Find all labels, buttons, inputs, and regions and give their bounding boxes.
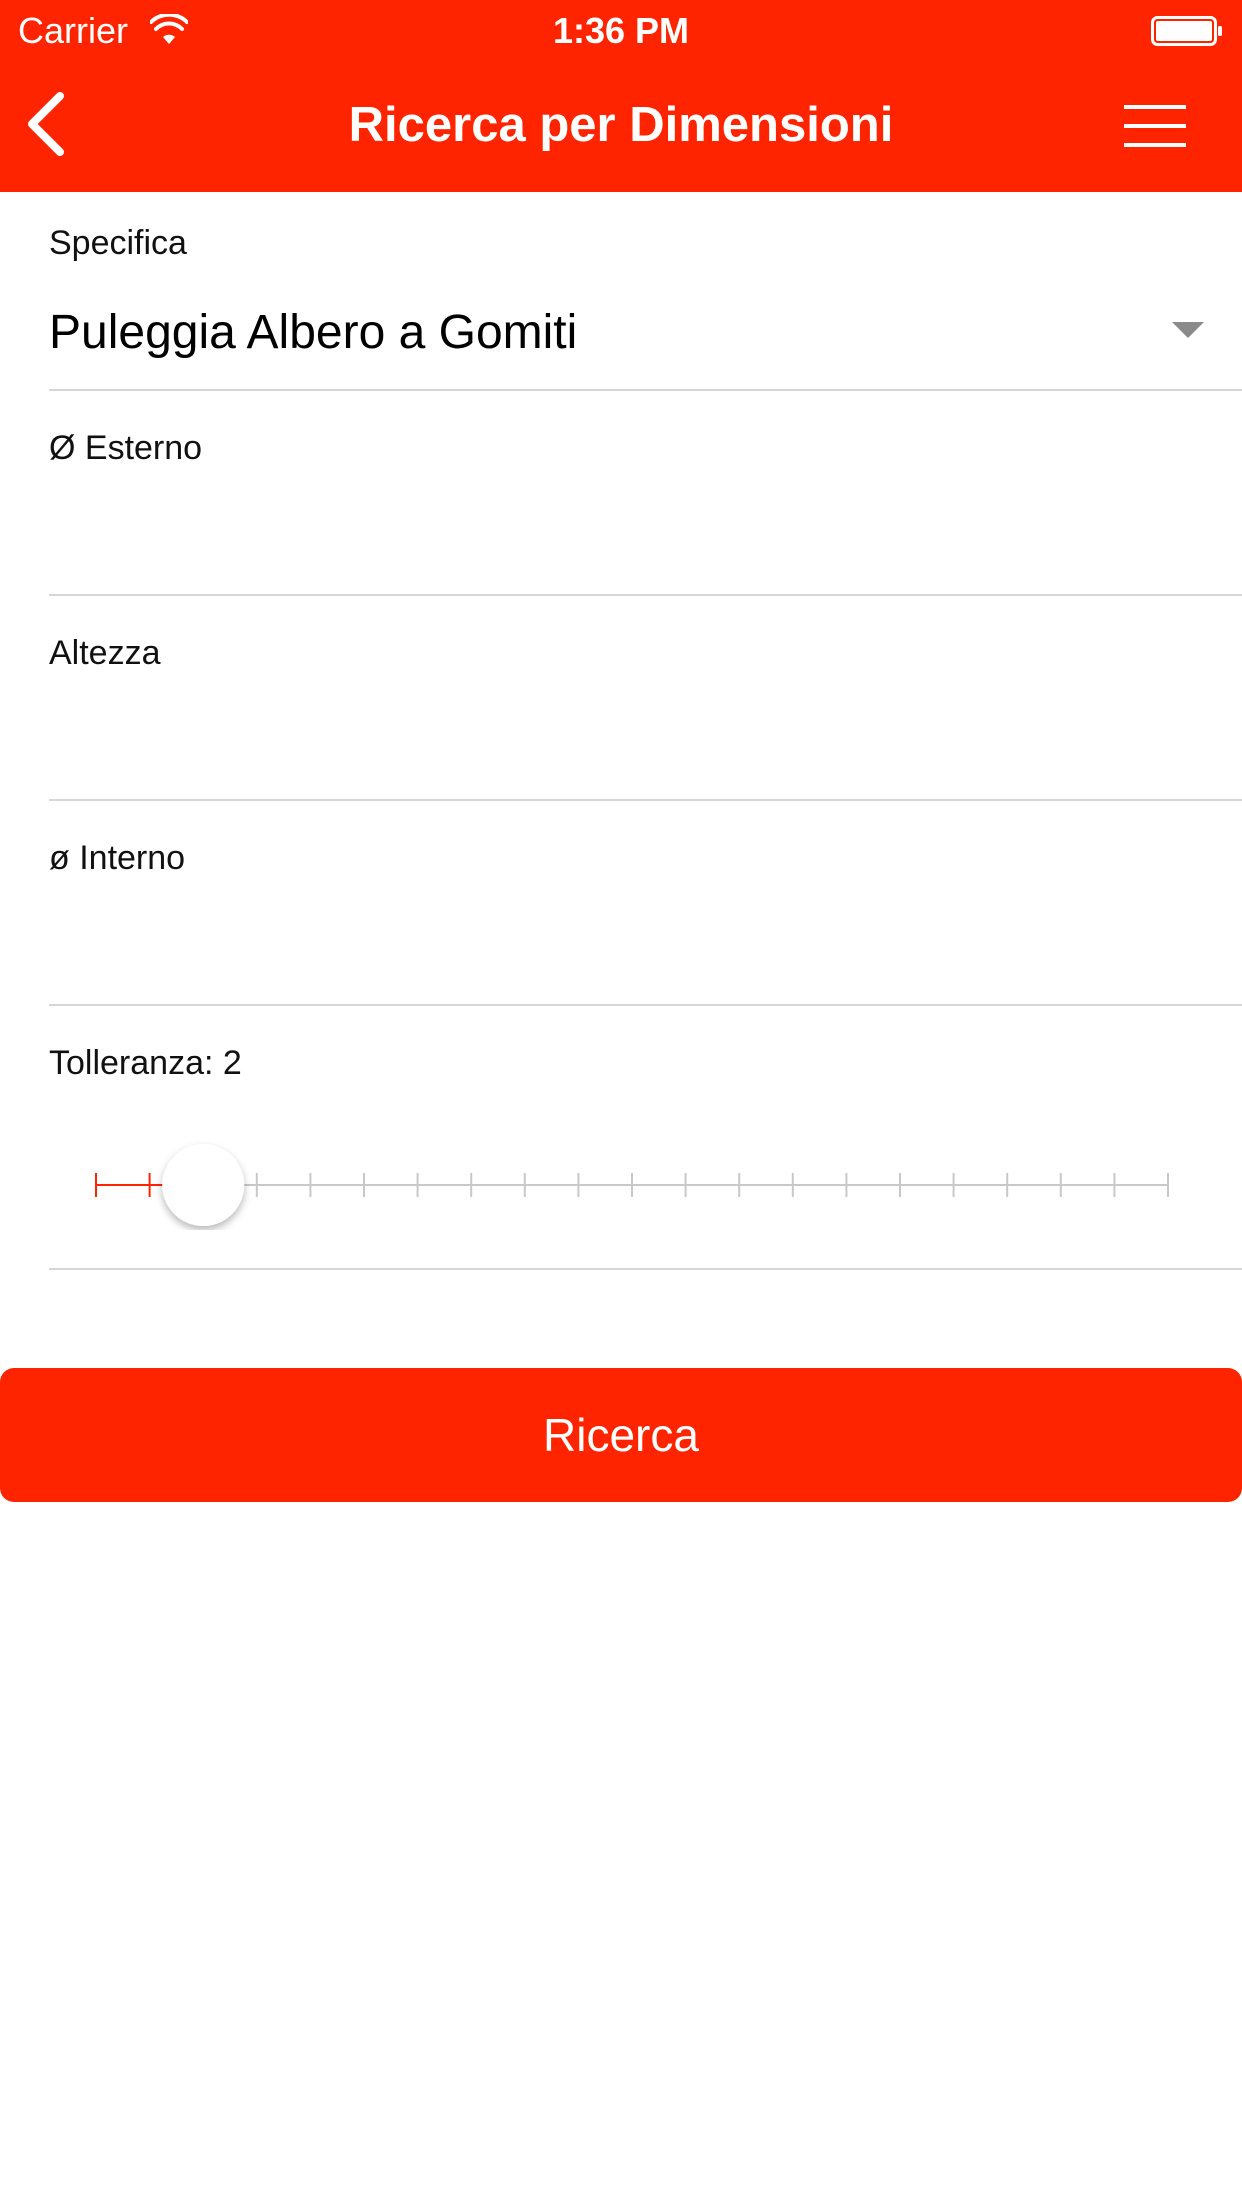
- divider: [49, 799, 1242, 801]
- page-title: Ricerca per Dimensioni: [348, 98, 894, 152]
- dropdown-arrow-icon: [1172, 322, 1204, 338]
- divider: [49, 1004, 1242, 1006]
- divider: [49, 594, 1242, 596]
- divider: [49, 389, 1242, 391]
- hamburger-menu-icon: [1124, 105, 1186, 147]
- divider: [49, 1268, 1242, 1270]
- ricerca-button[interactable]: Ricerca: [0, 1368, 1242, 1502]
- navigation-bar: Ricerca per Dimensioni: [0, 62, 1242, 192]
- status-time: 1:36 PM: [552, 10, 690, 51]
- menu-button[interactable]: [1118, 99, 1192, 153]
- interno-input[interactable]: [49, 912, 1242, 992]
- back-button[interactable]: [14, 84, 84, 164]
- specifica-selected-value: Puleggia Albero a Gomiti: [49, 306, 578, 359]
- esterno-input[interactable]: [49, 502, 1242, 582]
- altezza-input[interactable]: [49, 707, 1242, 787]
- interno-label: ø Interno: [49, 839, 186, 877]
- altezza-label: Altezza: [49, 634, 161, 672]
- tolleranza-label: Tolleranza: 2: [49, 1044, 242, 1082]
- chevron-left-icon: [28, 92, 64, 156]
- tolleranza-slider[interactable]: [92, 1140, 1172, 1230]
- esterno-label: Ø Esterno: [49, 429, 203, 467]
- specifica-label: Specifica: [49, 224, 187, 262]
- slider-knob[interactable]: [162, 1144, 245, 1226]
- status-bar: Carrier 1:36 PM: [0, 0, 1242, 62]
- battery-icon: [1151, 16, 1222, 46]
